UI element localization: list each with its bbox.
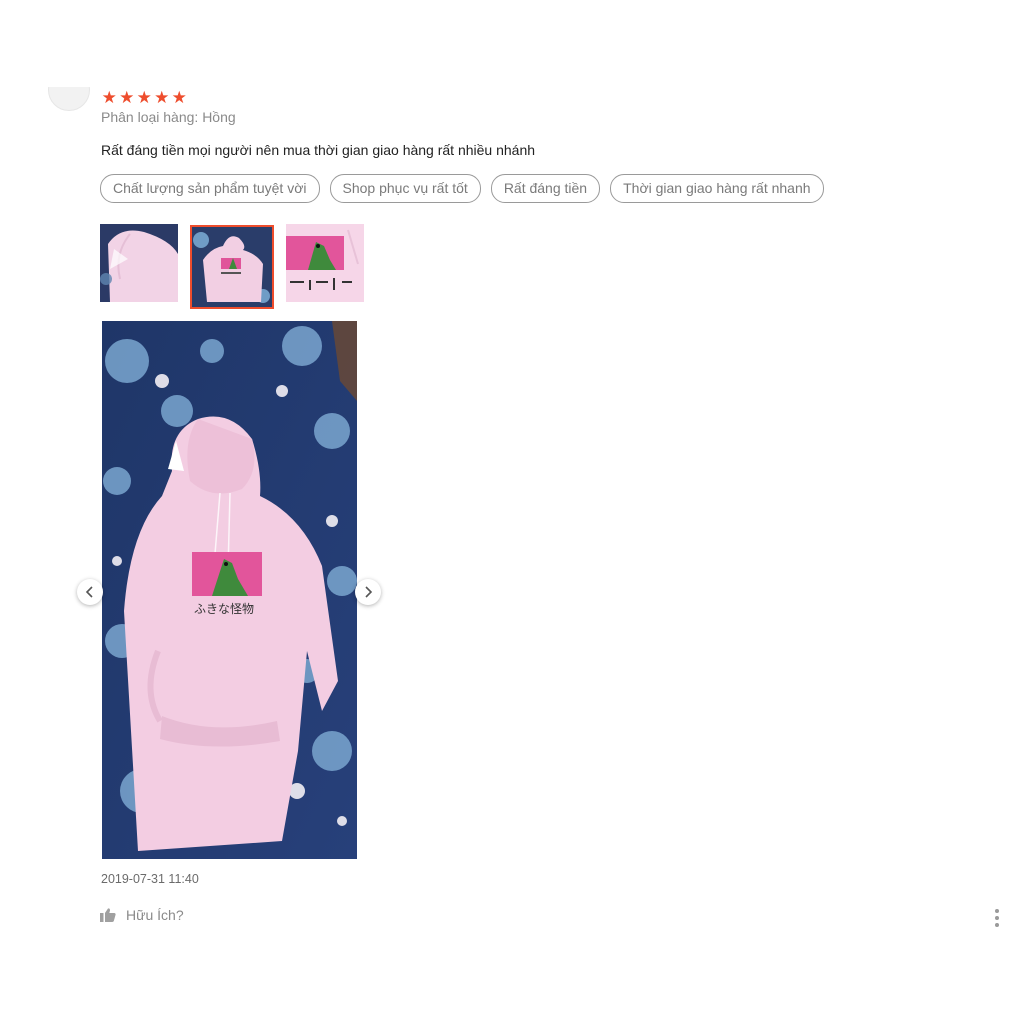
product-variation: Phân loại hàng: Hồng [101,109,236,125]
review-main-image[interactable]: ふきな怪物 [102,321,357,859]
media-thumbnail[interactable] [100,224,178,302]
media-thumbnail-active[interactable] [190,225,274,309]
review-comment: Rất đáng tiền mọi người nên mua thời gia… [101,142,536,158]
next-image-button[interactable] [355,579,381,605]
review-tag: Chất lượng sản phẩm tuyệt vời [100,174,320,203]
star-icon: ★ [154,88,170,107]
rating-stars: ★ ★ ★ ★ ★ [101,88,188,108]
print-text: ふきな怪物 [194,602,254,616]
previous-image-button[interactable] [77,579,103,605]
thumbs-up-icon [100,908,116,922]
star-icon: ★ [119,88,135,107]
review-tag: Thời gian giao hàng rất nhanh [610,174,824,203]
review-tags: Chất lượng sản phẩm tuyệt vời Shop phục … [100,174,824,203]
star-icon: ★ [171,88,187,107]
star-icon: ★ [136,88,152,107]
helpful-button[interactable]: Hữu Ích? [100,907,184,923]
avatar-circle [48,87,90,111]
star-icon: ★ [101,88,117,107]
chevron-right-icon [365,586,373,598]
review-tag: Rất đáng tiền [490,174,601,203]
chevron-left-icon [85,586,93,598]
review-tag: Shop phục vụ rất tốt [329,174,481,203]
vertical-dots-icon[interactable] [993,908,1001,928]
helpful-label: Hữu Ích? [126,907,184,923]
media-thumbnail[interactable] [286,224,364,302]
user-avatar-icon[interactable] [46,87,90,113]
review-timestamp: 2019-07-31 11:40 [101,872,199,886]
